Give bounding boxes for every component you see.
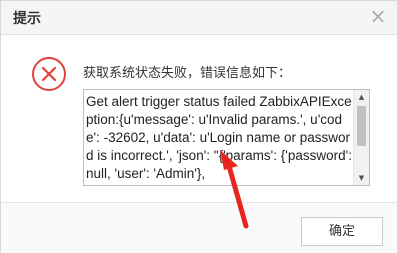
textarea-scrollbar[interactable]: ▲ ▼ — [353, 90, 369, 185]
error-message: 获取系统状态失败，错误信息如下： — [83, 66, 292, 81]
error-dialog: 提示 × 获取系统状态失败，错误信息如下： Get alert trigger … — [0, 0, 398, 253]
dialog-footer: 确定 — [1, 203, 397, 253]
error-detail-text[interactable]: Get alert trigger status failed ZabbixAP… — [86, 93, 354, 183]
scroll-down-arrow-icon[interactable]: ▼ — [354, 171, 369, 185]
ok-button[interactable]: 确定 — [301, 217, 383, 246]
error-detail-textarea[interactable]: Get alert trigger status failed ZabbixAP… — [83, 89, 370, 186]
scroll-up-arrow-icon[interactable]: ▲ — [354, 90, 369, 104]
dialog-title: 提示 — [13, 11, 41, 27]
error-circle-x-icon — [32, 57, 66, 91]
scroll-thumb[interactable] — [357, 106, 366, 146]
dialog-titlebar: 提示 × — [1, 1, 397, 35]
close-icon[interactable]: × — [369, 5, 387, 27]
